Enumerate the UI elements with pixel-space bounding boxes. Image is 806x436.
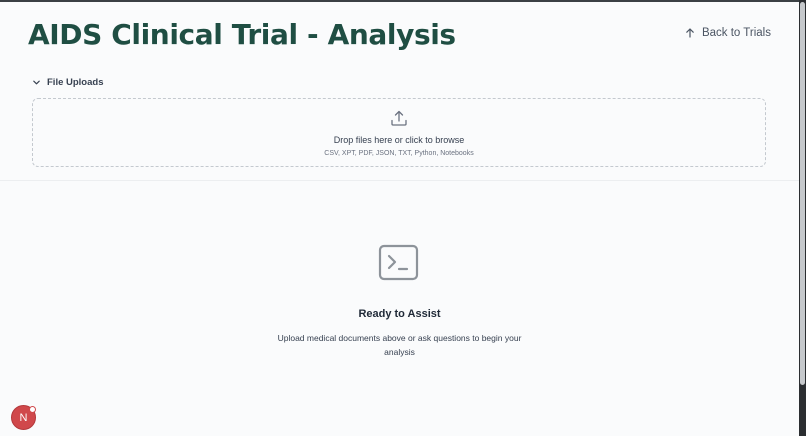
arrow-up-icon (686, 28, 694, 38)
notification-dot (29, 406, 36, 413)
file-uploads-toggle[interactable]: File Uploads (32, 77, 103, 88)
back-to-trials-link[interactable]: Back to Trials (685, 27, 771, 39)
upload-icon (391, 110, 407, 126)
dropzone-instructions: Drop files here or click to browse (333, 135, 465, 145)
page-header: AIDS Clinical Trial - Analysis Back to T… (0, 2, 799, 68)
chevron-down-icon (33, 80, 40, 85)
dropzone-file-types: CSV, XPT, PDF, JSON, TXT, Python, Notebo… (324, 150, 474, 157)
file-uploads-label: File Uploads (47, 77, 104, 88)
empty-state: Ready to Assist Upload medical documents… (0, 181, 799, 436)
page-title: AIDS Clinical Trial - Analysis (28, 18, 456, 51)
file-dropzone[interactable]: Drop files here or click to browse CSV, … (32, 98, 766, 167)
empty-state-description: Upload medical documents above or ask qu… (277, 333, 522, 357)
user-initial: N (19, 411, 28, 424)
empty-state-title: Ready to Assist (358, 308, 441, 320)
scrollbar-track[interactable] (799, 0, 806, 436)
terminal-icon (378, 244, 419, 281)
scrollbar-thumb[interactable] (800, 2, 805, 385)
analysis-page: AIDS Clinical Trial - Analysis Back to T… (0, 2, 799, 436)
user-avatar[interactable]: N (11, 405, 36, 430)
back-to-trials-label: Back to Trials (701, 27, 771, 39)
